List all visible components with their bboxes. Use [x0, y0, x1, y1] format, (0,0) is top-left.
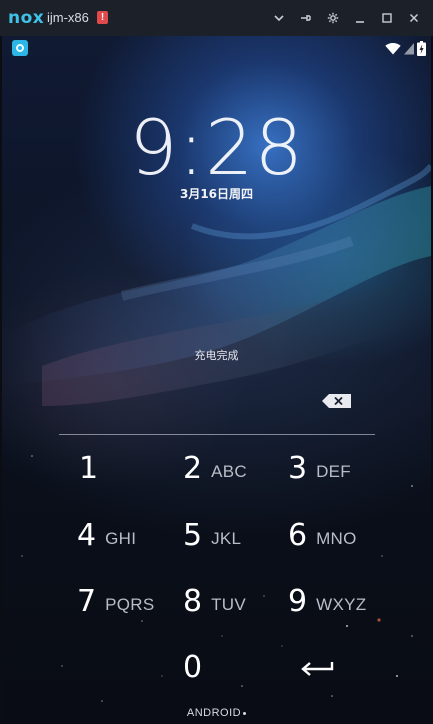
signal-icon [404, 42, 414, 54]
pin-entry-divider [59, 434, 375, 435]
android-label: ANDROID [2, 706, 431, 720]
keypad-key-7[interactable]: 7 PQRS [77, 577, 154, 627]
key-digit: 8 [183, 584, 203, 619]
keypad-key-1[interactable]: 1 [79, 444, 98, 494]
key-letters: ABC [211, 462, 247, 481]
key-digit: 5 [183, 518, 203, 553]
keypad-key-6[interactable]: 6 MNO [288, 511, 357, 561]
close-icon[interactable] [404, 8, 424, 28]
enter-arrow-icon[interactable] [299, 654, 335, 682]
key-letters: PQRS [105, 595, 155, 614]
key-digit: 1 [79, 451, 99, 486]
android-label-text: ANDROID [186, 707, 242, 719]
nox-emulator-window: nox ijm-x86 ! 9:28 3月16日周四 充电完成 1 2 ABC … [0, 0, 433, 724]
keypad-key-4[interactable]: 4 GHI [77, 511, 136, 561]
chevron-down-icon[interactable] [269, 8, 289, 28]
status-icons [385, 40, 426, 56]
key-digit: 3 [288, 451, 308, 486]
key-letters: TUV [211, 595, 246, 614]
footer-dot-icon [243, 711, 247, 715]
key-digit: 6 [288, 518, 308, 553]
warning-badge[interactable]: ! [97, 11, 108, 24]
pin-icon[interactable] [296, 8, 316, 28]
keypad-key-8[interactable]: 8 TUV [183, 577, 246, 627]
key-letters: JKL [211, 529, 242, 548]
battery-charging-icon [417, 40, 426, 56]
maximize-icon[interactable] [377, 8, 397, 28]
lock-date: 3月16日周四 [179, 187, 254, 201]
key-digit: 7 [77, 584, 97, 619]
wifi-icon [385, 42, 401, 54]
keypad-key-0[interactable]: 0 [183, 643, 202, 693]
keypad-key-3[interactable]: 3 DEF [288, 444, 351, 494]
key-letters: MNO [316, 529, 357, 548]
minimize-icon[interactable] [350, 8, 370, 28]
backspace-icon[interactable] [322, 393, 352, 409]
keypad-key-9[interactable]: 9 WXYZ [288, 577, 366, 627]
nox-logo: nox [8, 8, 45, 28]
gear-icon[interactable] [323, 8, 343, 28]
title-bar[interactable]: nox ijm-x86 ! [0, 0, 433, 36]
key-digit: 9 [288, 584, 308, 619]
key-letters: WXYZ [316, 595, 367, 614]
keypad-key-2[interactable]: 2 ABC [183, 444, 247, 494]
key-digit: 2 [183, 451, 203, 486]
key-letters: DEF [316, 462, 351, 481]
android-lock-screen[interactable]: 9:28 3月16日周四 充电完成 1 2 ABC 3 DEF 4 GHI 5 … [2, 36, 431, 724]
lock-clock: 9:28 [129, 103, 304, 192]
key-digit: 4 [77, 518, 97, 553]
key-letters: GHI [105, 529, 137, 548]
window-title: ijm-x86 [47, 10, 89, 25]
charging-status: 充电完成 [194, 349, 239, 362]
nox-app-notification-icon [12, 40, 28, 56]
keypad-key-5[interactable]: 5 JKL [183, 511, 241, 561]
key-digit: 0 [183, 650, 203, 685]
